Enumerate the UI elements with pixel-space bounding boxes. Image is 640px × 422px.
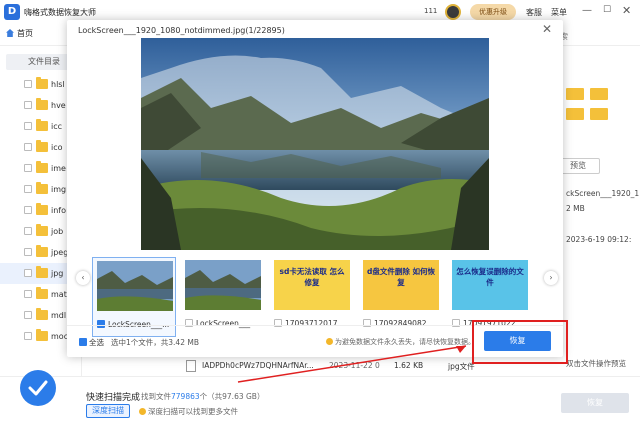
upgrade-button[interactable]: 优惠升级: [470, 4, 516, 20]
annotation-arrow: [237, 345, 467, 383]
preview-hint: 双击文件操作预览: [566, 359, 626, 368]
thumbnail-image: 怎么恢复误删除的文件: [452, 260, 528, 310]
folder-icon: [590, 88, 608, 100]
folder-checkbox[interactable]: [24, 206, 32, 214]
folder-checkbox[interactable]: [24, 122, 32, 130]
info-icon: [139, 408, 146, 415]
folder-icon: [36, 329, 48, 341]
thumbnail-caption: sd卡无法读取 怎么修复: [279, 267, 345, 287]
found-number: 779863: [171, 392, 200, 401]
prev-arrow-button[interactable]: ‹: [76, 271, 90, 285]
folder-label: moc: [51, 332, 69, 341]
thumbnail-caption: 怎么恢复误删除的文件: [456, 267, 524, 287]
folder-checkbox[interactable]: [24, 290, 32, 298]
folder-icon: [566, 88, 584, 100]
selection-info: 选中1个文件，共3.42 MB: [111, 338, 199, 347]
service-button[interactable]: 客服: [526, 7, 542, 18]
next-arrow-button[interactable]: ›: [544, 271, 558, 285]
deep-scan-button[interactable]: 深度扫描: [86, 404, 130, 418]
deep-scan-hint: 深度扫描可以找到更多文件: [139, 406, 238, 417]
folder-label: mdl: [51, 311, 67, 320]
menu-button[interactable]: 菜单: [551, 7, 567, 18]
thumbnail-image: [185, 260, 261, 310]
app-title: 嗨格式数据恢复大师: [24, 8, 96, 17]
folder-checkbox[interactable]: [24, 185, 32, 193]
folder-checkbox[interactable]: [24, 101, 32, 109]
detail-date: 2023-6-19 09:12:: [566, 235, 632, 244]
found-suffix: 个（共97.63 GB）: [199, 392, 265, 401]
file-icon: [186, 360, 196, 372]
folder-icon: [36, 287, 48, 299]
folder-icon: [36, 266, 48, 278]
folder-icon: [590, 108, 608, 120]
folder-checkbox[interactable]: [24, 143, 32, 151]
badge-number: 111: [424, 7, 438, 15]
folder-icon: [36, 308, 48, 320]
minimize-icon[interactable]: —: [582, 5, 592, 16]
folder-icon: [36, 98, 48, 110]
select-all-label[interactable]: 全选: [89, 337, 104, 348]
folder-label: jpg: [51, 269, 64, 278]
folder-checkbox[interactable]: [24, 227, 32, 235]
right-folder-thumbs: [566, 82, 622, 122]
preview-dialog: LockScreen___1920_1080_notdimmed.jpg(1/2…: [67, 20, 563, 357]
detail-name: ckScreen___1920_1: [566, 189, 640, 198]
home-tab-label: 首页: [17, 29, 33, 38]
dialog-title: LockScreen___1920_1080_notdimmed.jpg(1/2…: [78, 26, 285, 35]
dialog-close-icon[interactable]: ✕: [542, 22, 552, 36]
select-all-checkbox[interactable]: [79, 338, 87, 346]
folder-label: job: [51, 227, 64, 236]
folder-label: info: [51, 206, 67, 215]
thumbnail-caption: d盘文件删除 如何恢复: [367, 267, 435, 287]
preview-image: [141, 38, 489, 250]
thumbnail-image: [97, 261, 173, 311]
main-recover-button[interactable]: 恢复: [561, 393, 629, 413]
folder-icon: [36, 245, 48, 257]
folder-checkbox[interactable]: [24, 80, 32, 88]
folder-label: hve: [51, 101, 66, 110]
folder-icon: [36, 224, 48, 236]
folder-icon: [36, 203, 48, 215]
folder-checkbox[interactable]: [24, 164, 32, 172]
deep-hint-text: 深度扫描可以找到更多文件: [148, 407, 238, 416]
scan-status: 快速扫描完成: [86, 393, 141, 403]
folder-icon: [36, 140, 48, 152]
home-icon: [6, 29, 14, 37]
detail-size: 2 MB: [566, 204, 585, 213]
folder-label: icc: [51, 122, 63, 131]
folder-label: hlsl: [51, 80, 65, 89]
maximize-icon[interactable]: ☐: [603, 5, 611, 15]
scan-found-count: 找到文件779863个（共97.63 GB）: [141, 391, 264, 402]
folder-icon: [36, 119, 48, 131]
home-tab[interactable]: 首页: [6, 28, 33, 39]
found-prefix: 找到文件: [141, 392, 171, 401]
folder-label: img: [51, 185, 67, 194]
scan-complete-icon: [20, 370, 56, 406]
folder-checkbox[interactable]: [24, 332, 32, 340]
folder-icon: [566, 108, 584, 120]
folder-icon: [36, 161, 48, 173]
thumbnail-image: d盘文件删除 如何恢复: [363, 260, 439, 310]
folder-checkbox[interactable]: [24, 311, 32, 319]
folder-icon: [36, 182, 48, 194]
folder-icon: [36, 77, 48, 89]
vip-badge-icon[interactable]: [445, 4, 461, 20]
close-window-icon[interactable]: ✕: [622, 4, 631, 17]
app-logo-icon: D: [4, 4, 20, 20]
folder-label: jpeg: [51, 248, 69, 257]
folder-checkbox[interactable]: [24, 269, 32, 277]
thumbnail-image: sd卡无法读取 怎么修复: [274, 260, 350, 310]
folder-label: ico: [51, 143, 63, 152]
folder-label: mat: [51, 290, 67, 299]
folder-checkbox[interactable]: [24, 248, 32, 256]
folder-label: ime: [51, 164, 66, 173]
